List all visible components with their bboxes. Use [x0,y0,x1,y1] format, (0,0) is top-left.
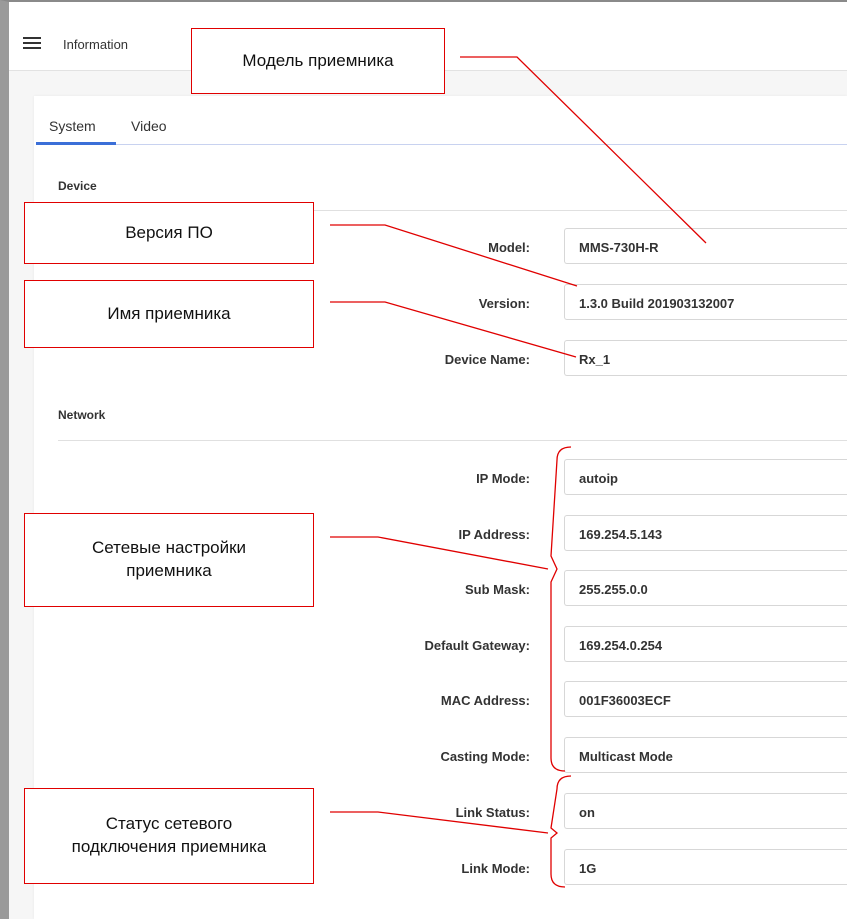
leader-line-link [330,811,549,834]
leader-line-name [330,301,577,358]
callout-link-status-text-line2: подключения приемника [71,837,267,856]
callout-link-status-text-line1: Статус сетевого [105,814,233,834]
brace-network [550,446,572,772]
callout-network-text-line2: приемника [126,561,212,580]
leader-line-network [330,536,549,570]
brace-link [550,775,572,888]
callout-model: Модель приемника [191,28,445,94]
callout-device-name: Имя приемника [24,280,314,348]
callout-device-name-text: Имя приемника [107,303,231,323]
callout-version: Версия ПО [24,202,314,264]
callout-version-text: Версия ПО [125,222,213,242]
callout-network-text-line1: Сетевые настройки [91,538,247,558]
callout-model-text: Модель приемника [242,50,394,70]
callout-link-status: Статус сетевого подключения приемника [24,788,314,884]
callout-network: Сетевые настройки приемника [24,513,314,607]
annotation-lines [330,56,707,888]
leader-line-model [460,56,707,244]
leader-line-version [330,224,578,287]
